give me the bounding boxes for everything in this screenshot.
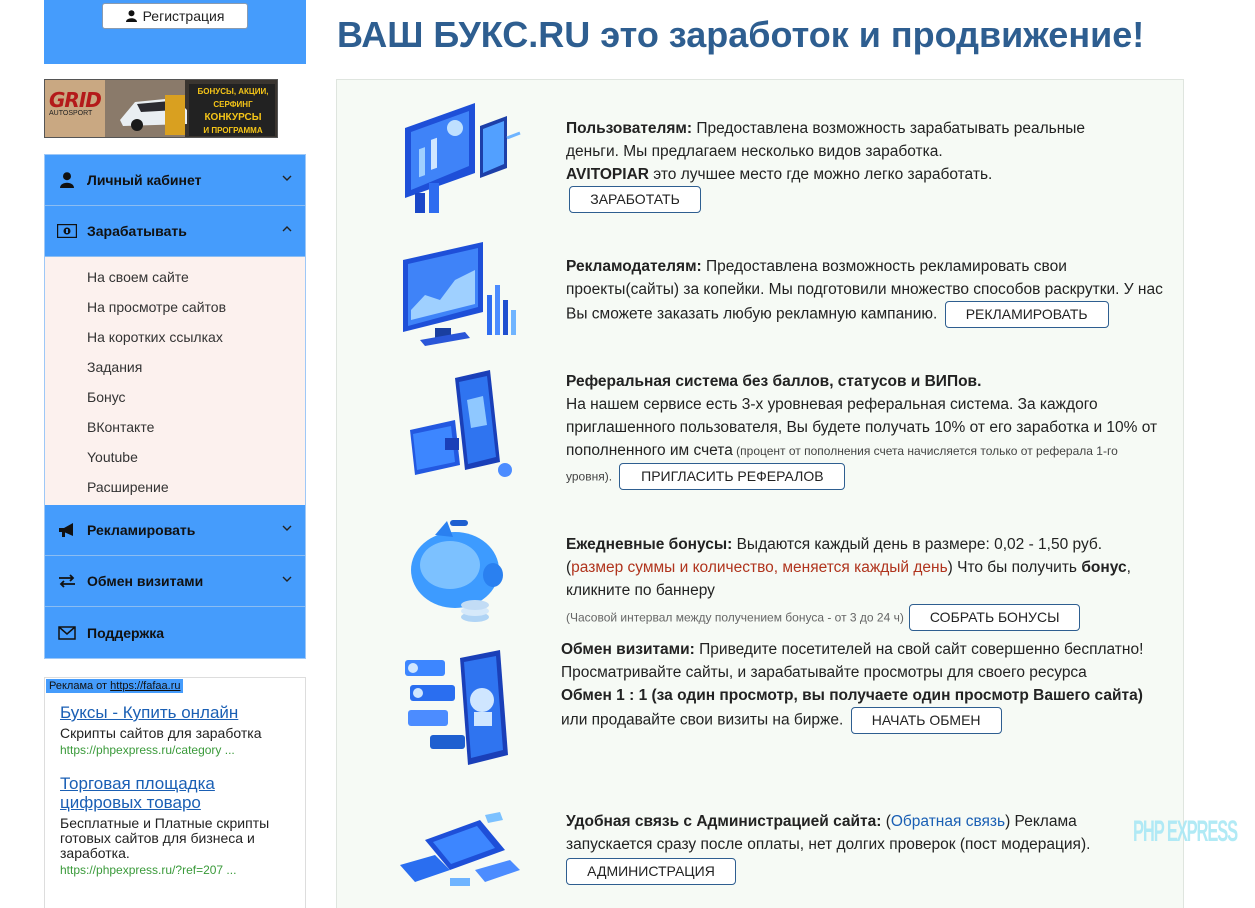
ad-desc: Скрипты сайтов для заработка [60, 725, 262, 741]
sidebar-item-exchange[interactable]: Обмен визитами [45, 556, 305, 607]
section-admin: Удобная связь с Администрацией сайта: (О… [566, 810, 1126, 885]
administration-button[interactable]: АДМИНИСТРАЦИЯ [566, 858, 736, 885]
sidebar-menu: Личный кабинет Зарабатывать На своем сай… [44, 154, 306, 659]
megaphone-icon [57, 520, 77, 540]
exchange-ratio: Обмен 1 : 1 (за один просмотр, вы получа… [561, 687, 1143, 704]
watermark-text: PHP EXPRESS [1133, 815, 1238, 848]
bonuses-heading: Ежедневные бонусы: [566, 536, 733, 553]
money-icon [57, 221, 77, 241]
payment-terminal-illustration [400, 812, 520, 886]
banner-line-1: БОНУСЫ, АКЦИИ, СЕРФИНГ [197, 87, 269, 109]
submenu-item[interactable]: Расширение [45, 472, 305, 502]
sidebar-item-label: Рекламировать [87, 522, 196, 538]
chevron-down-icon [282, 525, 292, 531]
bonuses-text: Выдаются каждый день в размере: 0,02 - 1… [732, 536, 1103, 553]
section-referral: Реферальная система без баллов, статусов… [566, 370, 1166, 490]
referral-heading: Реферальная система без баллов, статусов… [566, 373, 982, 390]
bonuses-highlight: размер суммы и количество, меняется кажд… [571, 559, 948, 576]
earn-submenu: На своем сайте На просмотре сайтов На ко… [45, 257, 305, 505]
bonuses-text-2: ) Что бы получить [947, 559, 1082, 576]
submenu-item[interactable]: Youtube [45, 442, 305, 472]
ad-desc: Бесплатные и Платные скрипты готовых сай… [60, 815, 270, 861]
exchange-heading: Обмен визитами: [561, 641, 695, 658]
monitor-chart-illustration [403, 242, 516, 346]
sidebar-item-label: Личный кабинет [87, 172, 202, 188]
ad-item[interactable]: Буксы - Купить онлайн Скрипты сайтов для… [60, 703, 295, 757]
start-exchange-button[interactable]: НАЧАТЬ ОБМЕН [850, 707, 1002, 734]
sidebar-item-label: Зарабатывать [87, 223, 187, 239]
submenu-item[interactable]: ВКонтакте [45, 412, 305, 442]
users-text-2: это лучшее место где можно легко заработ… [648, 166, 993, 183]
ad-title[interactable]: Торговая площадка цифровых товаро [60, 774, 245, 812]
brand-name: AVITOPIAR [566, 166, 649, 183]
submenu-item[interactable]: Бонус [45, 382, 305, 412]
sidebar-item-support[interactable]: Поддержка [45, 607, 305, 658]
section-advertisers: Рекламодателям: Предоставлена возможност… [566, 255, 1166, 328]
ad-title[interactable]: Буксы - Купить онлайн [60, 703, 295, 722]
banner-logo: GRID [49, 88, 102, 112]
ads-label-link[interactable]: https://fafaa.ru [110, 680, 180, 692]
sidebar-item-cabinet[interactable]: Личный кабинет [45, 155, 305, 206]
sidebar-item-label: Обмен визитами [87, 573, 204, 589]
invite-referrals-button[interactable]: ПРИГЛАСИТЬ РЕФЕРАЛОВ [619, 463, 846, 490]
register-label: Регистрация [142, 8, 225, 24]
admin-paren: ( [881, 813, 891, 830]
sidebar-item-earn[interactable]: Зарабатывать [45, 206, 305, 257]
advertise-button[interactable]: РЕКЛАМИРОВАТЬ [944, 301, 1109, 328]
submenu-item[interactable]: Задания [45, 352, 305, 382]
ad-item[interactable]: Торговая площадка цифровых товаро Беспла… [60, 774, 295, 877]
submenu-item[interactable]: На своем сайте [45, 262, 305, 292]
register-button[interactable]: Регистрация [102, 3, 248, 29]
user-icon [57, 170, 77, 190]
bonuses-interval-note: (Часовой интервал между получением бонус… [566, 610, 904, 625]
piggy-bank-illustration [411, 520, 503, 622]
feedback-link[interactable]: Обратная связь [891, 813, 1005, 830]
ads-block: Реклама от https://fafaa.ru Буксы - Купи… [44, 677, 306, 908]
banner-line-3: И ПРОГРАММА BOUNTY! [203, 126, 263, 135]
envelope-icon [57, 623, 77, 643]
collect-bonuses-button[interactable]: СОБРАТЬ БОНУСЫ [909, 604, 1081, 631]
users-heading: Пользователям: [566, 120, 693, 137]
chevron-up-icon [282, 226, 292, 232]
promo-banner[interactable]: GRID AUTOSPORT БОНУСЫ, АКЦИИ, СЕРФИНГ КО… [44, 79, 278, 138]
page-title: ВАШ БУКС.RU это заработок и продвижение! [337, 14, 1145, 55]
exchange-icon [57, 571, 77, 591]
section-exchange: Обмен визитами: Приведите посетителей на… [561, 638, 1171, 734]
phone-wallet-illustration [410, 370, 512, 477]
advertisers-heading: Рекламодателям: [566, 258, 702, 275]
ads-label-prefix: Реклама от [49, 680, 108, 692]
sidebar-header: Регистрация [44, 0, 306, 64]
earn-button[interactable]: ЗАРАБОТАТЬ [569, 186, 701, 213]
submenu-item[interactable]: На просмотре сайтов [45, 292, 305, 322]
dashboard-illustration [405, 103, 521, 213]
ad-url[interactable]: https://phpexpress.ru/category ... [60, 743, 295, 757]
section-users: Пользователям: Предоставлена возможность… [566, 117, 1126, 213]
ad-url[interactable]: https://phpexpress.ru/?ref=207 ... [60, 863, 295, 877]
submenu-item[interactable]: На коротких ссылках [45, 322, 305, 352]
banner-line-2: КОНКУРСЫ [204, 112, 262, 123]
section-bonuses: Ежедневные бонусы: Выдаются каждый день … [566, 533, 1166, 631]
chevron-down-icon [282, 576, 292, 582]
bonus-word: бонус [1081, 559, 1127, 576]
exchange-text-2: или продавайте свои визиты на бирже. [561, 711, 844, 729]
ads-label: Реклама от https://fafaa.ru [46, 679, 184, 693]
watermark-logo: PHP EXPRESS [1133, 815, 1255, 849]
user-icon [125, 10, 137, 22]
sidebar-item-label: Поддержка [87, 624, 165, 641]
admin-heading: Удобная связь с Администрацией сайта: [566, 813, 882, 830]
visit-exchange-illustration [405, 650, 508, 765]
chevron-down-icon [282, 175, 292, 181]
sidebar-item-advertise[interactable]: Рекламировать [45, 505, 305, 556]
